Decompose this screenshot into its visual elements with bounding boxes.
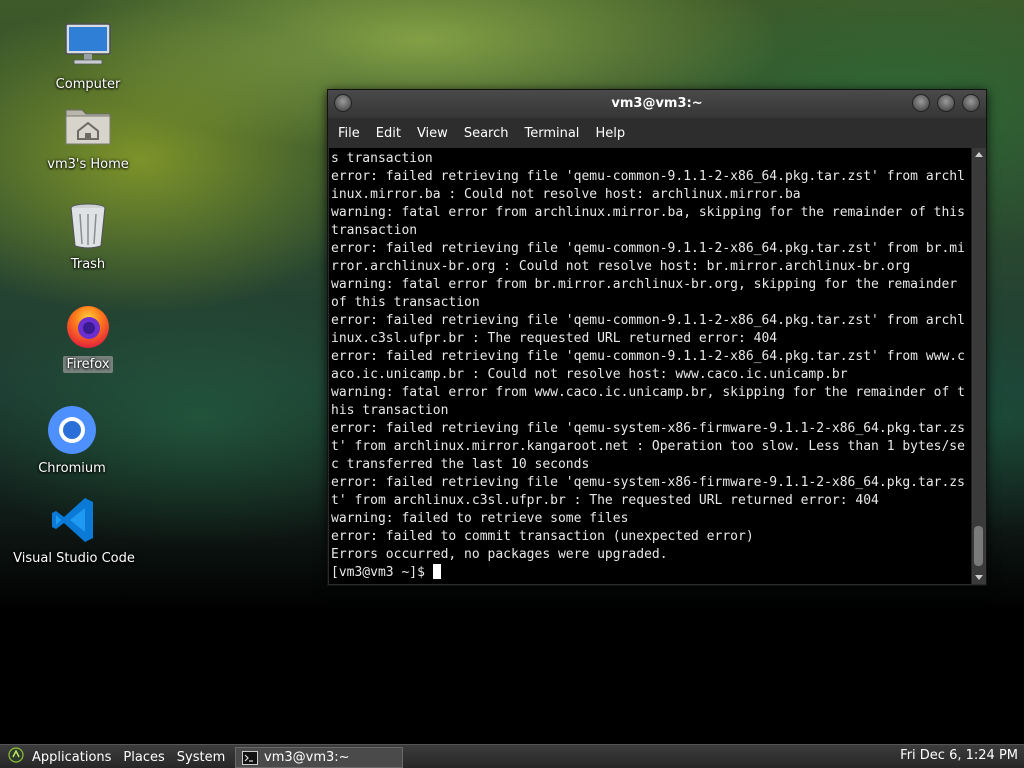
menu-edit[interactable]: Edit — [368, 122, 409, 145]
scroll-down-arrow-icon[interactable] — [975, 575, 983, 580]
desktop-icon-label: vm3's Home — [47, 157, 129, 172]
shell-prompt: [vm3@vm3 ~]$ — [331, 565, 433, 580]
bottom-panel: Applications Places System vm3@vm3:~ Fri… — [0, 744, 1024, 768]
applications-menu[interactable]: Applications — [26, 750, 117, 765]
taskbar-terminal-label: vm3@vm3:~ — [264, 750, 350, 765]
desktop-icon-label: Firefox — [63, 356, 113, 373]
desktop-icon-label: Visual Studio Code — [13, 551, 135, 566]
desktop-icon-label: Chromium — [38, 461, 106, 476]
home-folder-icon — [62, 100, 114, 152]
scroll-thumb[interactable] — [974, 526, 983, 566]
terminal-text: s transaction error: failed retrieving f… — [329, 148, 971, 582]
close-button[interactable] — [962, 94, 980, 112]
system-menu[interactable]: System — [171, 750, 231, 765]
places-menu[interactable]: Places — [117, 750, 170, 765]
firefox-icon — [62, 300, 114, 352]
menu-bar: File Edit View Search Terminal Help — [328, 118, 986, 148]
menu-help[interactable]: Help — [587, 122, 633, 145]
vscode-icon — [48, 494, 100, 546]
desktop-icon-label: Trash — [70, 257, 106, 272]
text-cursor — [432, 564, 441, 579]
desktop: Computer vm3's Home Trash Firefox Chromi… — [0, 0, 1024, 744]
desktop-icon-trash[interactable]: Trash — [48, 200, 128, 273]
desktop-icon-home[interactable]: vm3's Home — [47, 100, 129, 173]
terminal-output: s transaction error: failed retrieving f… — [331, 151, 965, 562]
menu-search[interactable]: Search — [456, 122, 517, 145]
desktop-icon-vscode[interactable]: Visual Studio Code — [13, 494, 135, 567]
panel-clock[interactable]: Fri Dec 6, 1:24 PM — [900, 748, 1018, 763]
terminal-scrollbar[interactable] — [971, 148, 986, 584]
maximize-button[interactable] — [937, 94, 955, 112]
menu-view[interactable]: View — [409, 122, 456, 145]
trash-icon — [62, 200, 114, 252]
scroll-up-arrow-icon[interactable] — [975, 152, 983, 157]
terminal-icon — [242, 750, 258, 765]
computer-icon — [62, 20, 114, 72]
menu-terminal[interactable]: Terminal — [516, 122, 587, 145]
chromium-icon — [46, 404, 98, 456]
minimize-button[interactable] — [912, 94, 930, 112]
taskbar-terminal-button[interactable]: vm3@vm3:~ — [235, 747, 403, 768]
terminal-output-area[interactable]: s transaction error: failed retrieving f… — [329, 148, 971, 584]
desktop-icon-label: Computer — [55, 77, 121, 92]
applications-menu-icon[interactable] — [0, 747, 26, 767]
window-title: vm3@vm3:~ — [611, 96, 703, 111]
desktop-icon-computer[interactable]: Computer — [48, 20, 128, 93]
desktop-icon-firefox[interactable]: Firefox — [48, 300, 128, 373]
terminal-window[interactable]: vm3@vm3:~ File Edit View Search Terminal… — [327, 89, 987, 586]
window-titlebar[interactable]: vm3@vm3:~ — [328, 90, 986, 118]
desktop-icon-chromium[interactable]: Chromium — [22, 404, 122, 477]
menu-file[interactable]: File — [330, 122, 368, 145]
